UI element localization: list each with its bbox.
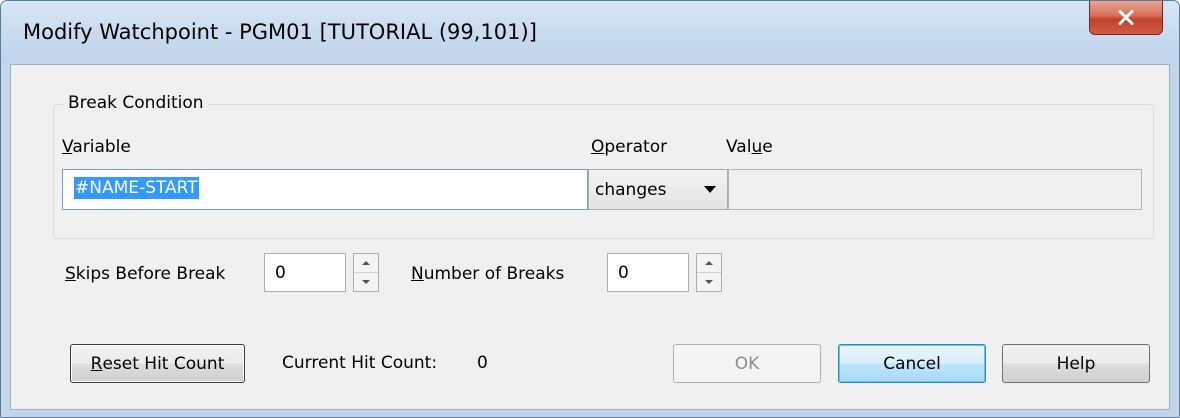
arrow-up-icon — [362, 261, 370, 265]
arrow-down-icon — [705, 280, 713, 284]
current-hit-count-label: Current Hit Count: — [282, 353, 438, 373]
skips-before-break-label: Skips Before Break — [65, 264, 226, 284]
number-of-breaks-value: 0 — [618, 263, 629, 283]
skips-before-break-spinner[interactable] — [353, 253, 379, 292]
variable-label: Variable — [62, 137, 131, 157]
reset-hit-count-button[interactable]: Reset Hit Count — [70, 344, 245, 383]
value-label: Value — [726, 137, 773, 157]
number-of-breaks-input[interactable]: 0 — [607, 253, 689, 292]
number-of-breaks-label: Number of Breaks — [411, 264, 565, 284]
skips-before-break-value: 0 — [275, 263, 286, 283]
arrow-down-icon — [362, 280, 370, 284]
variable-input[interactable]: #NAME-START — [62, 169, 588, 210]
title-bar[interactable]: Modify Watchpoint - PGM01 [TUTORIAL (99,… — [1, 1, 1179, 64]
skips-before-break-input[interactable]: 0 — [264, 253, 346, 292]
spin-down-button[interactable] — [354, 273, 378, 291]
operator-select[interactable]: changes — [588, 169, 728, 210]
close-icon — [1118, 10, 1134, 25]
current-hit-count-value: 0 — [477, 353, 488, 373]
arrow-up-icon — [705, 261, 713, 265]
operator-selected-value: changes — [595, 180, 667, 200]
value-input[interactable] — [728, 169, 1142, 210]
cancel-button[interactable]: Cancel — [838, 344, 986, 383]
spin-up-button[interactable] — [354, 254, 378, 273]
operator-label: Operator — [591, 137, 668, 157]
ok-button[interactable]: OK — [673, 344, 821, 383]
close-button[interactable] — [1089, 1, 1163, 35]
break-condition-legend: Break Condition — [64, 93, 208, 113]
dialog-client-area: Break Condition Variable Operator Value … — [10, 64, 1170, 410]
variable-input-value: #NAME-START — [74, 177, 199, 199]
spin-up-button[interactable] — [697, 254, 721, 273]
window-title: Modify Watchpoint - PGM01 [TUTORIAL (99,… — [23, 20, 537, 44]
number-of-breaks-spinner[interactable] — [696, 253, 722, 292]
help-button[interactable]: Help — [1002, 344, 1150, 383]
dialog-window: Modify Watchpoint - PGM01 [TUTORIAL (99,… — [0, 0, 1180, 418]
spin-down-button[interactable] — [697, 273, 721, 291]
chevron-down-icon — [704, 186, 716, 193]
